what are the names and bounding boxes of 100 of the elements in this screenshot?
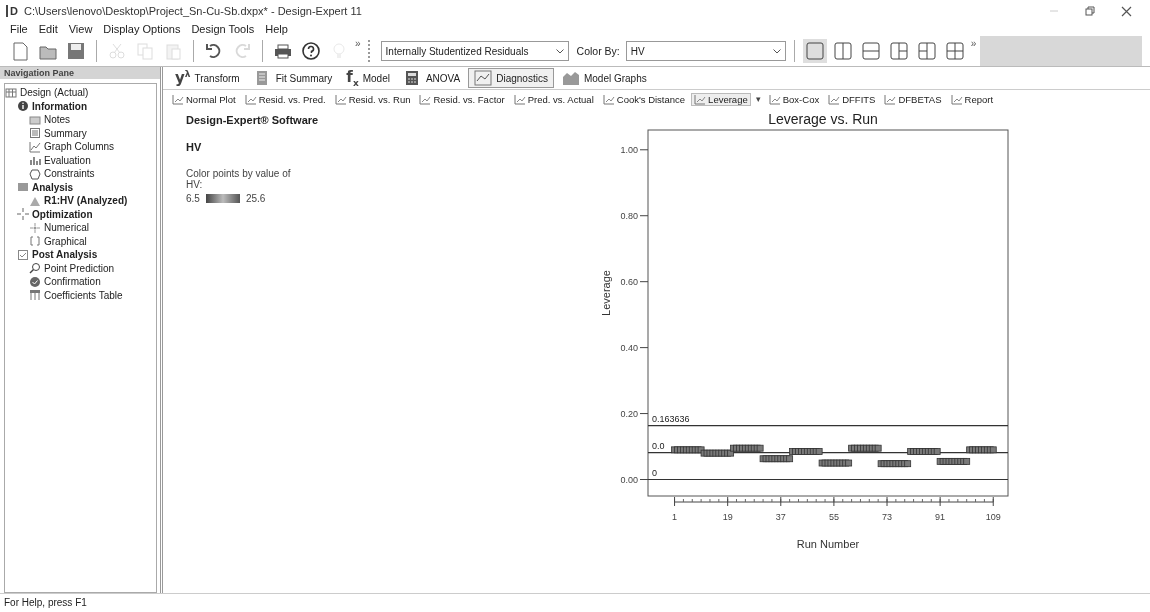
tab[interactable]: ANOVA xyxy=(397,68,467,88)
chart-tab[interactable]: Resid. vs. Pred. xyxy=(241,92,329,106)
tick-label: 0.20 xyxy=(620,408,638,419)
tab[interactable]: Fit Summary xyxy=(247,68,339,88)
app-logo: D xyxy=(6,5,18,17)
pane-title: Navigation Pane xyxy=(0,67,160,79)
chevron-down-icon xyxy=(555,48,564,54)
checklist-icon xyxy=(17,248,29,261)
legend-min: 6.5 xyxy=(186,193,200,204)
tick-label: 73 xyxy=(882,512,892,522)
tree-item[interactable]: Information xyxy=(17,99,156,113)
tree-item[interactable]: Numerical xyxy=(29,221,156,235)
tick-label: 19 xyxy=(722,512,733,522)
tree-item[interactable]: R1:HV (Analyzed) xyxy=(29,194,156,208)
tick-label: 91 xyxy=(935,512,946,522)
check-circle-icon xyxy=(29,275,41,288)
tick-label: 37 xyxy=(775,512,786,522)
tree-item[interactable]: Summary xyxy=(29,126,156,140)
chart-tab[interactable]: Cook's Distance xyxy=(599,92,689,106)
reference-label: 0.163636 xyxy=(652,413,690,424)
chart-tab[interactable]: Resid. vs. Run xyxy=(331,92,414,106)
folder-icon xyxy=(29,113,41,126)
tab[interactable]: y$^{λ}$ Transform xyxy=(169,67,246,89)
bracket-icon xyxy=(29,235,41,248)
tab[interactable]: Model Graphs xyxy=(555,68,653,88)
tick-label: 109 xyxy=(985,512,1001,522)
panel-layout-icon xyxy=(916,41,937,61)
search-icon xyxy=(29,262,41,275)
menu-item[interactable]: Display Options xyxy=(103,23,181,35)
tree-item[interactable]: Graphical xyxy=(29,234,156,248)
tree-item[interactable]: Coefficients Table xyxy=(29,288,156,302)
chart-tab[interactable]: DFBETAS xyxy=(881,92,945,106)
tab[interactable]: Diagnostics xyxy=(468,68,554,88)
tree-item[interactable]: Analysis xyxy=(17,180,156,194)
field-label: Color By: xyxy=(576,45,620,57)
scissors-icon xyxy=(107,41,127,61)
panel-layout-icon xyxy=(832,41,853,61)
restore-icon[interactable] xyxy=(1085,6,1095,16)
overflow-chevron[interactable]: » xyxy=(970,38,977,49)
tick-label: 55 xyxy=(828,512,839,522)
tree-item[interactable]: Constraints xyxy=(29,167,156,181)
crosshair-icon xyxy=(17,208,29,221)
grid-icon xyxy=(5,86,17,99)
window-title: C:\Users\lenovo\Desktop\Project_Sn-Cu-Sb.dxpx* - Design-Expert 11 xyxy=(23,5,363,17)
menu-item[interactable]: Help xyxy=(265,23,288,35)
chart-tab[interactable]: Pred. vs. Actual xyxy=(510,92,597,106)
chart-tab[interactable]: Normal Plot xyxy=(169,92,239,106)
tick-label: 0.80 xyxy=(620,210,638,221)
tree-item[interactable]: Design (Actual) xyxy=(5,86,156,100)
tick-label: 0.00 xyxy=(620,474,638,485)
tree-item[interactable]: Evaluation xyxy=(29,153,156,167)
response-name: HV xyxy=(186,141,203,153)
tree-item[interactable]: Confirmation xyxy=(29,275,156,289)
tree-item[interactable]: Graph Columns xyxy=(29,140,156,154)
paste-icon xyxy=(163,41,183,61)
info-icon xyxy=(17,100,29,113)
dropdown-field[interactable]: Internally Studentized Residuals xyxy=(380,41,569,61)
tree-item[interactable]: Post Analysis xyxy=(17,248,156,262)
axis-title: Leverage xyxy=(600,270,612,316)
reference-label: 0 xyxy=(652,467,657,478)
layout-button[interactable] xyxy=(802,39,827,63)
table-icon xyxy=(29,289,41,302)
area-chart-icon xyxy=(561,70,580,86)
menu-item[interactable]: View xyxy=(68,23,93,35)
help-icon xyxy=(301,41,321,61)
printer-icon xyxy=(273,41,293,61)
legend-label: HV: xyxy=(186,179,204,190)
panel-layout-icon xyxy=(860,41,881,61)
new-document-icon xyxy=(10,41,30,61)
software-title: Design-Expert® Software xyxy=(186,114,320,126)
status-text: For Help, press F1 xyxy=(0,593,1150,612)
chart-tab[interactable]: DFFITS xyxy=(825,92,879,106)
axis-title: Run Number xyxy=(796,538,860,550)
chart-title: Leverage vs. Run xyxy=(768,111,878,127)
outline-icon xyxy=(29,167,41,180)
bar-chart-icon xyxy=(29,154,41,167)
chart-tab[interactable]: Resid. vs. Factor xyxy=(416,92,508,106)
tree-item[interactable]: Optimization xyxy=(17,207,156,221)
menu-item[interactable]: File xyxy=(10,23,28,35)
tick-label: 1.00 xyxy=(620,144,638,155)
tab[interactable]: f$_{x}$ Model xyxy=(340,66,396,90)
tree-item[interactable]: Notes xyxy=(29,113,156,127)
menu-item[interactable]: Edit xyxy=(38,23,58,35)
dropdown-field[interactable]: HV xyxy=(625,41,786,61)
list-icon xyxy=(29,127,41,140)
overflow-chevron[interactable]: » xyxy=(355,38,361,49)
chevron-down-icon xyxy=(772,48,781,54)
tree-item[interactable]: Point Prediction xyxy=(29,261,156,275)
chart-tab[interactable]: Box-Cox xyxy=(765,92,823,106)
chart-tab[interactable]: Report xyxy=(947,92,997,106)
color-scale-bar xyxy=(205,194,240,203)
panel-layout-icon xyxy=(944,41,965,61)
menu-item[interactable]: Design Tools xyxy=(191,23,255,35)
toolbar-button[interactable] xyxy=(299,39,323,63)
scatter-chart-icon xyxy=(474,70,493,86)
tick-label: 0.60 xyxy=(620,276,638,287)
close-icon[interactable] xyxy=(1121,5,1132,17)
chart-tab[interactable]: Leverage xyxy=(691,92,751,106)
legend-max: 25.6 xyxy=(245,193,266,204)
legend-title: Color points by value of xyxy=(186,168,292,179)
